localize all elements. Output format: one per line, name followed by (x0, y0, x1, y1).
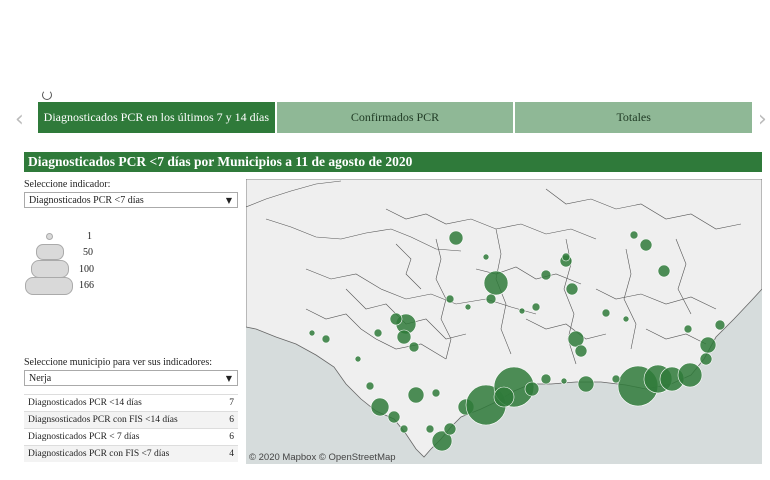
page-title: Diagnosticados PCR <7 días por Municipio… (24, 152, 762, 172)
map-canvas[interactable] (246, 179, 762, 464)
legend-bubble-1 (46, 233, 53, 240)
map-bubble[interactable] (425, 424, 435, 434)
chevron-down-icon: ▼ (225, 374, 232, 383)
map-bubble[interactable] (699, 352, 713, 366)
table-row: Diagnsosticados PCR con FIS <14 días 6 (24, 411, 238, 428)
indicator-value: 6 (229, 432, 234, 442)
map-bubble[interactable] (714, 319, 726, 331)
map-bubble[interactable] (445, 294, 455, 304)
map-bubble[interactable] (399, 424, 409, 434)
map-bubble[interactable] (518, 307, 526, 315)
legend-bubble-100 (31, 260, 69, 278)
indicator-select-label: Seleccione indicador: (24, 179, 111, 190)
map-bubble[interactable] (561, 252, 571, 262)
indicator-name: Diagnsosticados PCR con FIS <14 días (28, 415, 178, 425)
map-bubble[interactable] (531, 302, 541, 312)
map-bubble[interactable] (308, 329, 316, 337)
map-bubble[interactable] (396, 329, 412, 345)
chevron-down-icon: ▼ (225, 196, 232, 205)
map-bubble[interactable] (483, 270, 509, 296)
indicator-select-value: Diagnosticados PCR <7 días (29, 195, 144, 206)
indicator-name: Diagnosticados PCR <14 días (28, 398, 142, 408)
map-bubble[interactable] (482, 253, 490, 261)
map-bubble[interactable] (365, 381, 375, 391)
map-bubble[interactable] (639, 238, 653, 252)
map-bubble[interactable] (574, 344, 588, 358)
map-bubble[interactable] (567, 330, 585, 348)
next-arrow-icon[interactable]: › (758, 107, 767, 132)
legend-bubble-50 (36, 244, 64, 260)
map-bubble[interactable] (524, 381, 540, 397)
loading-spinner-icon (42, 90, 52, 100)
map-bubble[interactable] (407, 386, 425, 404)
map-bubble[interactable] (677, 362, 703, 388)
indicator-value: 6 (229, 415, 234, 425)
map-bubble[interactable] (493, 386, 515, 408)
municipio-select-value: Nerja (29, 373, 52, 384)
indicator-select[interactable]: Diagnosticados PCR <7 días ▼ (24, 192, 238, 208)
legend-label-166: 166 (79, 280, 94, 291)
tab-totales[interactable]: Totales (513, 102, 753, 133)
indicator-table: Diagnosticados PCR <14 días 7 Diagnsosti… (24, 394, 238, 462)
map-bubble[interactable] (601, 308, 611, 318)
map-bubble[interactable] (389, 312, 403, 326)
map-bubble[interactable] (622, 315, 630, 323)
map-bubble[interactable] (321, 334, 331, 344)
indicator-value: 7 (229, 398, 234, 408)
municipio-select[interactable]: Nerja ▼ (24, 370, 238, 386)
map-bubble[interactable] (540, 373, 552, 385)
tab-bar: Diagnosticados PCR en los últimos 7 y 14… (38, 102, 753, 133)
legend-label-100: 100 (79, 264, 94, 275)
legend-label-50: 50 (83, 247, 93, 258)
map-bubble[interactable] (354, 355, 362, 363)
map-bubble[interactable] (485, 293, 497, 305)
map-bubble[interactable] (657, 264, 671, 278)
map-bubble[interactable] (387, 410, 401, 424)
map-bubble[interactable] (629, 230, 639, 240)
table-row: Diagnosticados PCR < 7 días 6 (24, 428, 238, 445)
map-bubble[interactable] (565, 282, 579, 296)
bubble-map[interactable] (246, 179, 762, 464)
map-bubble[interactable] (443, 422, 457, 436)
legend-bubble-166 (25, 277, 73, 295)
table-row: Diagnosticados PCR <14 días 7 (24, 394, 238, 411)
map-bubble[interactable] (699, 336, 717, 354)
legend-label-1: 1 (87, 231, 92, 242)
prev-arrow-icon[interactable]: ‹ (15, 107, 24, 132)
map-bubble[interactable] (373, 328, 383, 338)
map-bubble[interactable] (577, 375, 595, 393)
map-bubble[interactable] (464, 303, 472, 311)
indicator-name: Diagnosticados PCR con FIS <7 días (28, 449, 170, 459)
tab-diagnosticados[interactable]: Diagnosticados PCR en los últimos 7 y 14… (38, 102, 275, 133)
tab-confirmados[interactable]: Confirmados PCR (274, 102, 514, 133)
map-bubble[interactable] (611, 374, 621, 384)
map-bubble[interactable] (370, 397, 390, 417)
map-bubble[interactable] (448, 230, 464, 246)
table-row: Diagnosticados PCR con FIS <7 días 4 (24, 445, 238, 462)
map-bubble[interactable] (408, 341, 420, 353)
map-attribution[interactable]: © 2020 Mapbox © OpenStreetMap (249, 452, 396, 463)
map-bubble[interactable] (560, 377, 568, 385)
map-bubble[interactable] (431, 388, 441, 398)
map-bubble[interactable] (683, 324, 693, 334)
indicator-name: Diagnosticados PCR < 7 días (28, 432, 140, 442)
map-bubble[interactable] (540, 269, 552, 281)
municipio-select-label: Seleccione municipio para ver sus indica… (24, 357, 212, 368)
indicator-value: 4 (229, 449, 234, 459)
